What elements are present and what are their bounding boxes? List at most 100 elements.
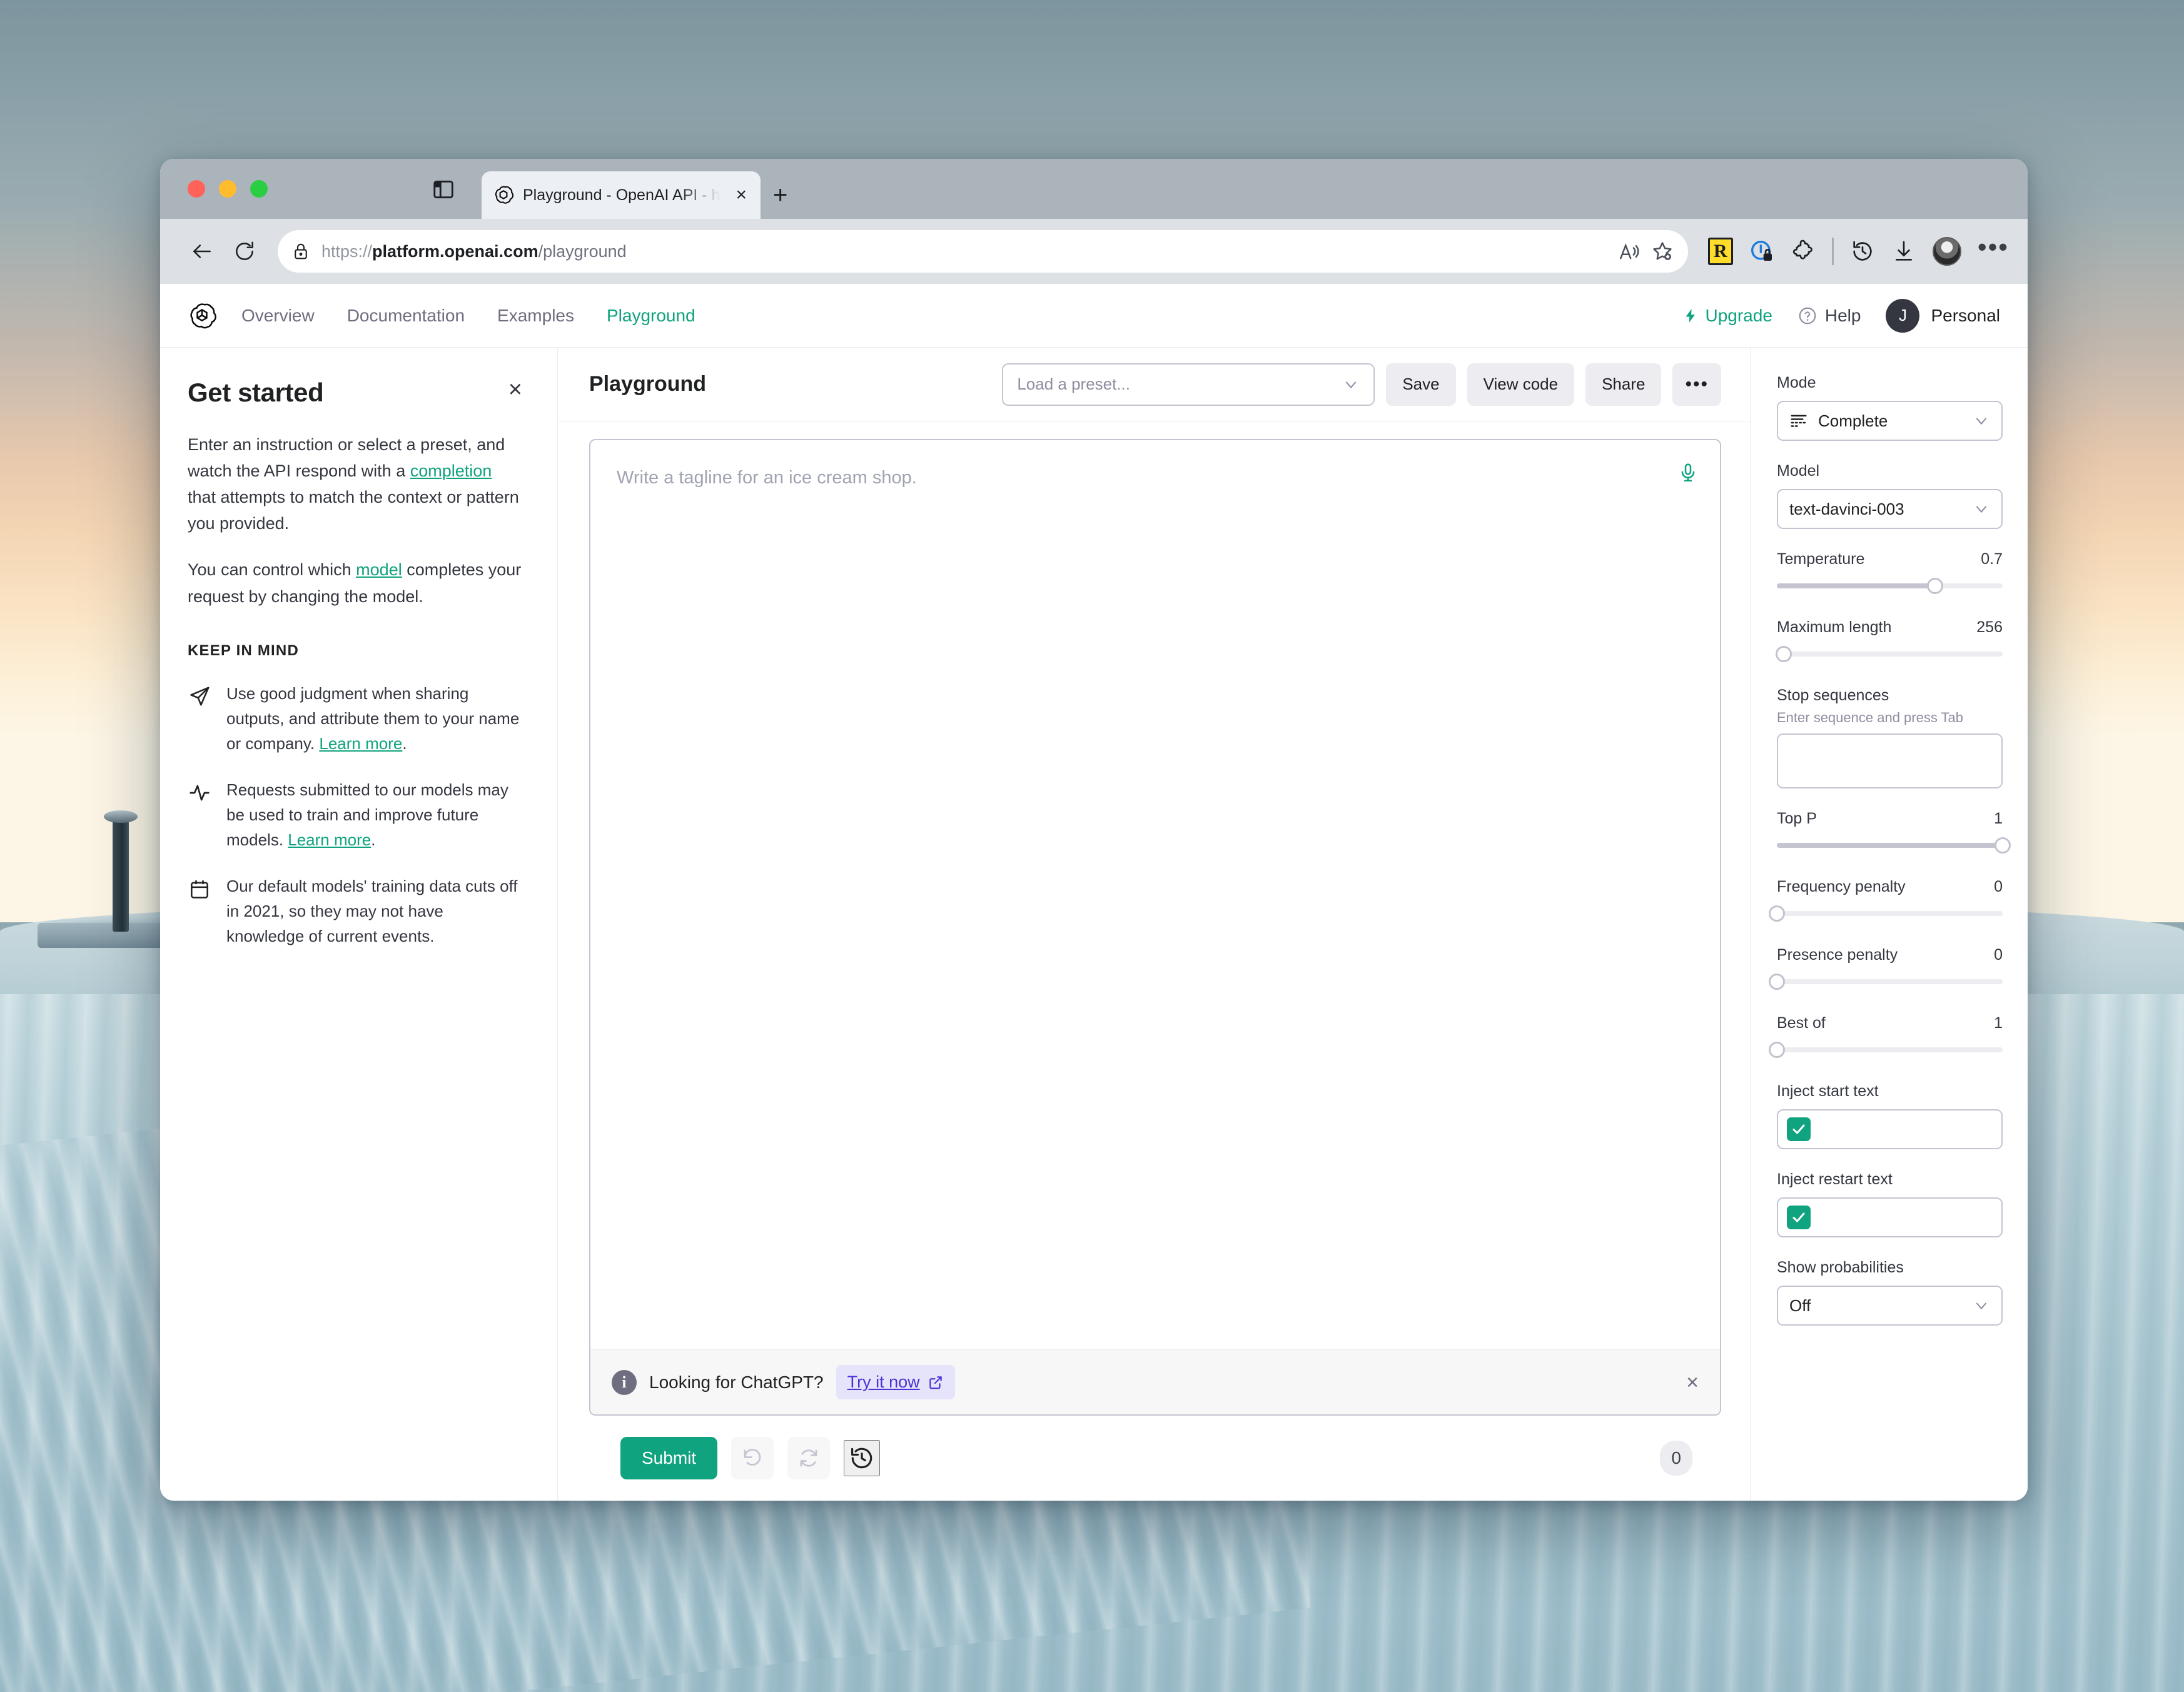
activity-pulse-icon [188, 777, 211, 852]
minimize-window-button[interactable] [219, 180, 236, 198]
address-bar-actions [1617, 239, 1674, 263]
maximum-length-label: Maximum length [1777, 618, 1892, 636]
close-icon[interactable]: × [733, 186, 749, 204]
slider-thumb[interactable] [1994, 837, 2011, 854]
address-bar[interactable]: https://platform.openai.com/playground [278, 230, 1688, 273]
frequency-penalty-setting: Frequency penalty 0 [1769, 878, 2003, 925]
inject-restart-text-setting: Inject restart text [1777, 1171, 2003, 1237]
browser-window: Playground - OpenAI API - http × + https… [160, 159, 2028, 1501]
mode-value: Complete [1818, 411, 1888, 430]
help-button[interactable]: Help [1797, 306, 1861, 326]
page-content: Overview Documentation Examples Playgrou… [160, 284, 2028, 1501]
slider-track [1777, 1047, 2003, 1052]
completion-link[interactable]: completion [410, 461, 492, 480]
playground-title: Playground [589, 372, 707, 396]
chevron-down-icon [1342, 376, 1360, 393]
prompt-textarea[interactable]: Write a tagline for an ice cream shop. [590, 440, 1720, 1349]
frequency-penalty-slider[interactable] [1769, 902, 2003, 925]
send-paper-plane-icon [188, 681, 211, 756]
show-probabilities-dropdown[interactable]: Off [1777, 1286, 2003, 1326]
slider-thumb[interactable] [1769, 1042, 1785, 1058]
chevron-down-icon [1973, 500, 1990, 518]
openai-logo-icon[interactable] [188, 301, 216, 330]
browser-tab[interactable]: Playground - OpenAI API - http × [482, 171, 761, 219]
slider-thumb[interactable] [1926, 578, 1943, 594]
vpn-secure-icon[interactable] [1749, 239, 1774, 264]
close-icon[interactable]: × [508, 378, 522, 401]
account-name: Personal [1931, 305, 2000, 325]
reload-icon[interactable] [226, 233, 263, 269]
learn-more-link[interactable]: Learn more [288, 830, 371, 849]
extensions-puzzle-icon[interactable] [1791, 239, 1816, 264]
inject-start-text-input[interactable] [1777, 1109, 2003, 1149]
maximum-length-slider[interactable] [1775, 643, 2003, 665]
top-p-value: 1 [1994, 810, 2003, 827]
history-clock-icon[interactable] [844, 1440, 881, 1476]
extension-r-icon[interactable]: R [1707, 238, 1733, 265]
wallpaper-post [104, 810, 138, 932]
undo-icon[interactable] [731, 1437, 774, 1479]
temperature-slider[interactable] [1777, 575, 2003, 597]
mode-dropdown[interactable]: Complete [1777, 401, 2003, 441]
question-circle-icon [1797, 306, 1817, 326]
maximize-window-button[interactable] [250, 180, 268, 198]
stop-sequences-input[interactable] [1777, 733, 2003, 788]
browser-more-menu-button[interactable]: ••• [1978, 233, 2009, 261]
playground-more-button[interactable]: ••• [1672, 363, 1721, 406]
presence-penalty-slider[interactable] [1769, 970, 2003, 993]
slider-thumb[interactable] [1769, 905, 1785, 922]
maximum-length-row: Maximum length 256 [1777, 618, 2003, 637]
best-of-slider[interactable] [1769, 1039, 2003, 1061]
read-aloud-icon[interactable] [1617, 239, 1641, 263]
close-icon[interactable]: × [1686, 1372, 1699, 1393]
list-item: Use good judgment when sharing outputs, … [188, 681, 522, 756]
best-of-label: Best of [1777, 1014, 1826, 1032]
submit-button[interactable]: Submit [620, 1437, 718, 1479]
nav-link-examples[interactable]: Examples [497, 306, 574, 326]
lightning-bolt-icon [1682, 306, 1699, 325]
new-tab-button[interactable]: + [773, 183, 787, 208]
model-link[interactable]: model [356, 560, 402, 579]
chevron-down-icon [1973, 412, 1990, 430]
preset-placeholder: Load a preset... [1017, 375, 1131, 393]
close-window-button[interactable] [188, 180, 205, 198]
learn-more-link[interactable]: Learn more [319, 734, 402, 753]
checkbox-checked-icon[interactable] [1787, 1117, 1811, 1141]
browser-toolbar: https://platform.openai.com/playground R… [160, 219, 2028, 284]
nav-link-documentation[interactable]: Documentation [347, 306, 465, 326]
toolbar-divider [1831, 238, 1834, 265]
preset-dropdown[interactable]: Load a preset... [1002, 363, 1375, 406]
upgrade-label: Upgrade [1705, 305, 1772, 325]
account-menu[interactable]: J Personal [1886, 298, 2000, 333]
add-favorite-icon[interactable] [1651, 239, 1674, 263]
stop-sequences-hint: Enter sequence and press Tab [1777, 710, 1964, 725]
page-title: Get started [188, 378, 324, 407]
slider-thumb[interactable] [1769, 974, 1785, 990]
nav-link-overview[interactable]: Overview [241, 306, 315, 326]
inject-restart-text-input[interactable] [1777, 1197, 2003, 1237]
prompt-editor[interactable]: Write a tagline for an ice cream shop. i… [589, 439, 1721, 1416]
microphone-icon[interactable] [1677, 461, 1699, 484]
checkbox-checked-icon[interactable] [1787, 1206, 1811, 1229]
save-button[interactable]: Save [1386, 363, 1456, 406]
nav-link-playground[interactable]: Playground [607, 306, 695, 326]
try-it-now-button[interactable]: Try it now [836, 1365, 955, 1399]
upgrade-button[interactable]: Upgrade [1682, 306, 1772, 326]
sidebar-panel-icon[interactable] [432, 178, 455, 201]
help-label: Help [1824, 305, 1861, 325]
top-p-slider[interactable] [1777, 834, 2011, 857]
downloads-icon[interactable] [1891, 239, 1916, 264]
profile-avatar[interactable] [1932, 237, 1961, 266]
regenerate-icon[interactable] [787, 1437, 831, 1479]
paragraph-2-part-a: You can control which [188, 560, 356, 580]
show-probabilities-value: Off [1789, 1296, 1811, 1315]
back-arrow-icon[interactable] [184, 233, 220, 269]
share-button[interactable]: Share [1585, 363, 1662, 406]
model-dropdown[interactable]: text-davinci-003 [1777, 489, 2003, 529]
best-of-value: 1 [1994, 1014, 2003, 1032]
slider-track [1777, 979, 2003, 984]
history-icon[interactable] [1850, 239, 1875, 264]
slider-thumb[interactable] [1775, 646, 1792, 662]
view-code-button[interactable]: View code [1467, 363, 1575, 406]
keep-in-mind-heading: KEEP IN MIND [188, 642, 299, 659]
